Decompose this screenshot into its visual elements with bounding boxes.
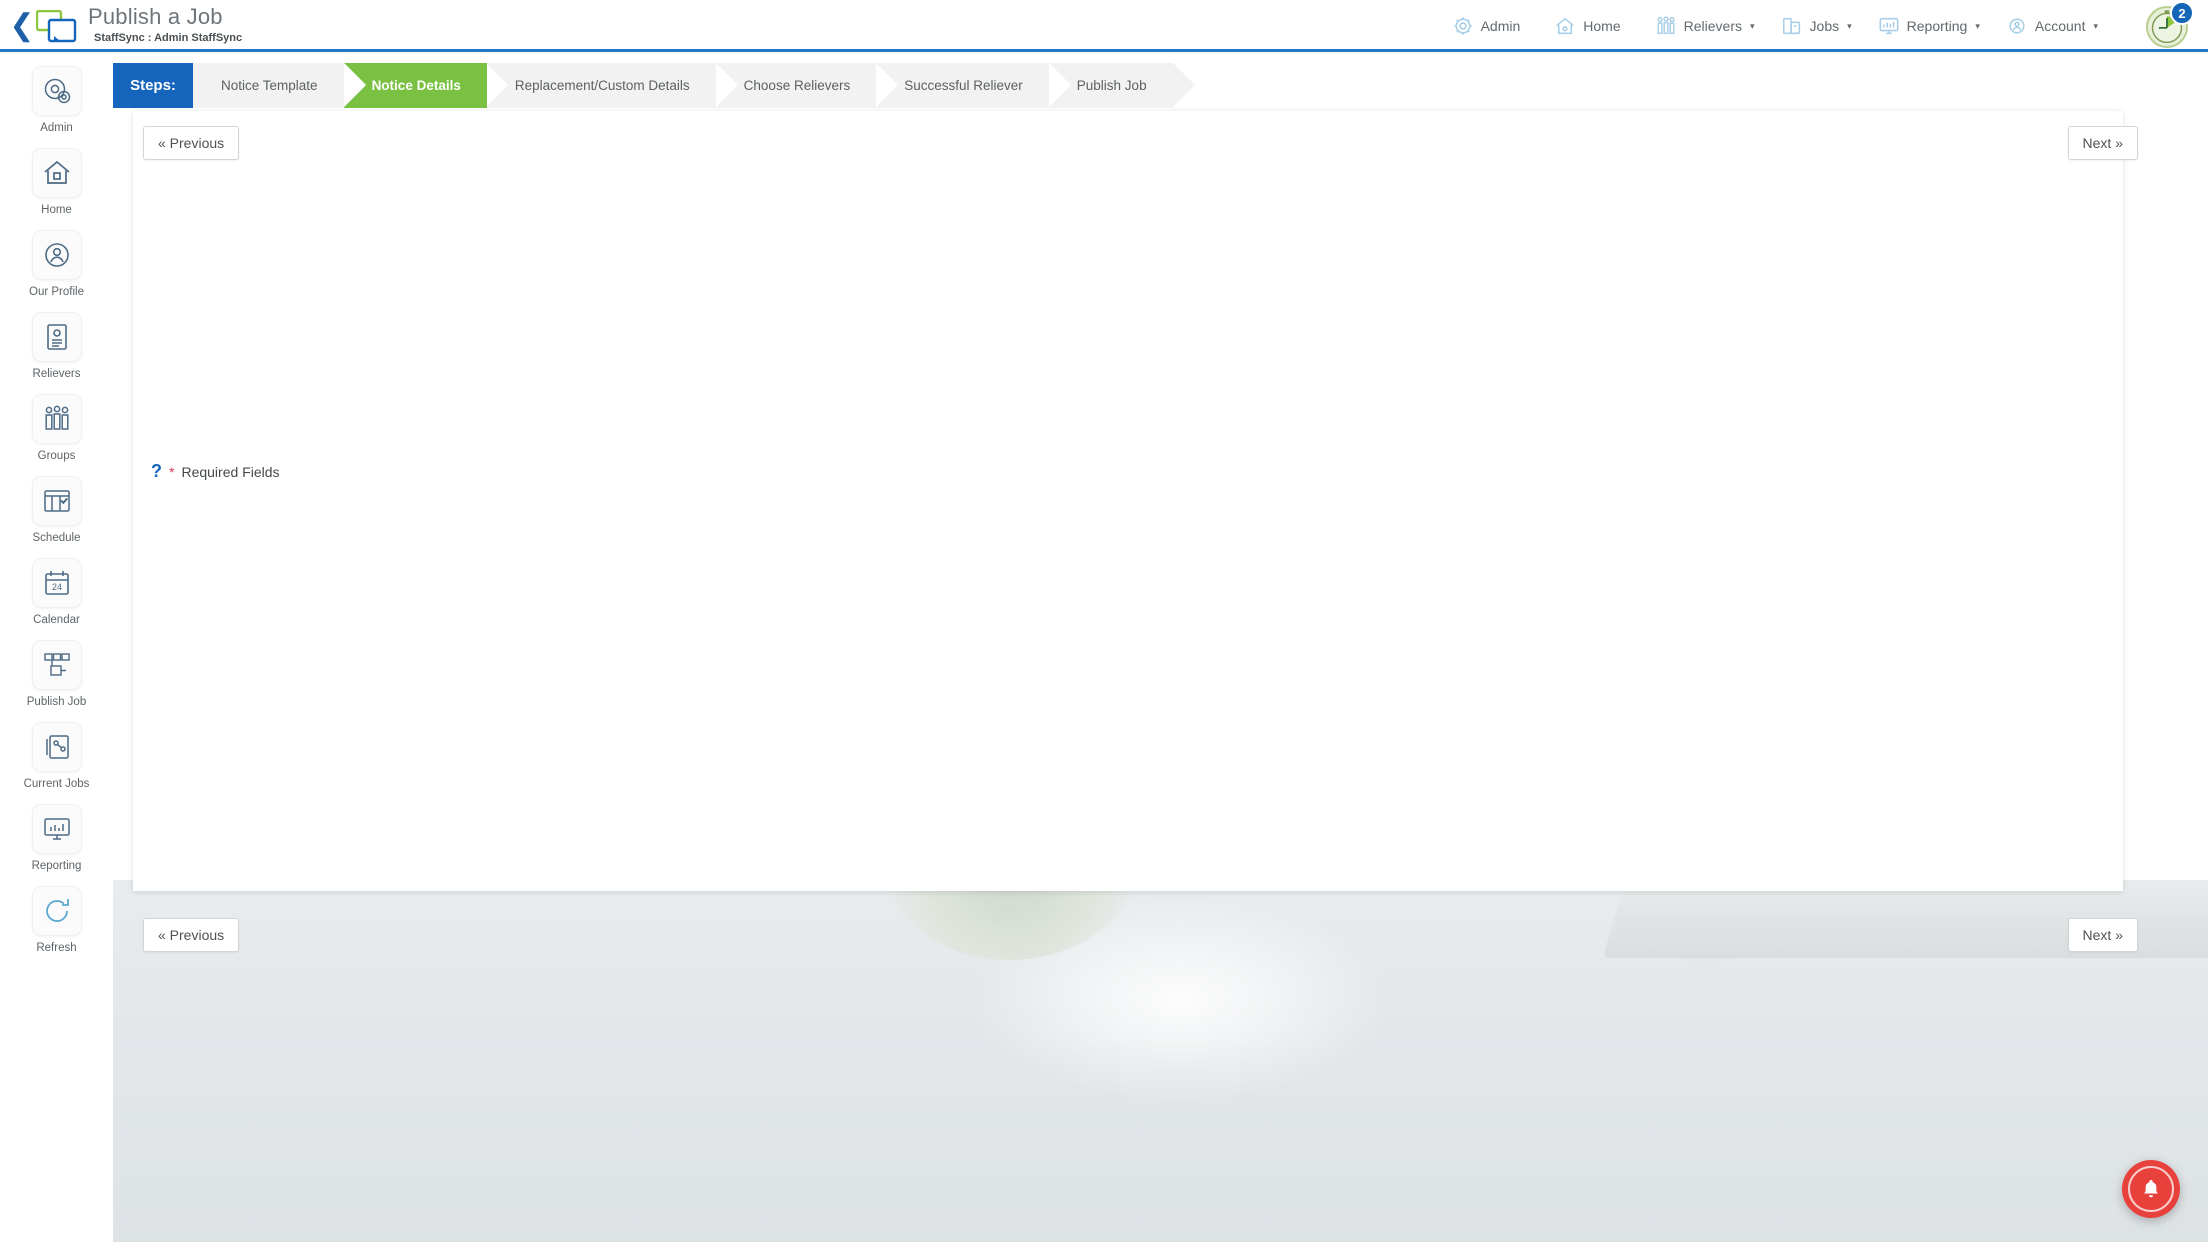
- bell-icon: [2144, 1180, 2158, 1198]
- sidebar-item-current-jobs[interactable]: Current Jobs: [0, 708, 113, 790]
- step-notice-template[interactable]: Notice Template: [193, 63, 366, 108]
- step-notice-details[interactable]: Notice Details: [343, 63, 510, 108]
- previous-button-bottom[interactable]: « Previous: [143, 918, 240, 952]
- sidebar-item-label: Schedule: [32, 532, 81, 544]
- required-fields-header: ? * Required Fields: [151, 461, 280, 482]
- sidebar-item-label: Publish Job: [26, 696, 87, 708]
- sidebar-item-reporting[interactable]: Reporting: [0, 790, 113, 872]
- step-successful-reliever[interactable]: Successful Reliever: [876, 63, 1071, 108]
- sidebar-item-label: Our Profile: [29, 286, 84, 298]
- chevron-down-icon: ▾: [1750, 20, 1755, 31]
- sidebar-item-groups[interactable]: Groups: [0, 380, 113, 462]
- chevron-down-icon: ▾: [2093, 20, 2098, 31]
- topnav-label: Jobs: [1809, 18, 1840, 34]
- sidebar: Admin Home Our Profile Relievers Groups …: [0, 52, 113, 1242]
- page-title: Publish a Job: [88, 4, 223, 29]
- gear-icon: [31, 66, 82, 116]
- schedule-grid-icon: [31, 476, 82, 526]
- required-star: *: [169, 463, 175, 480]
- desk-background-photo: [0, 880, 2208, 1242]
- people-icon: [1655, 15, 1677, 37]
- step-label: Choose Relievers: [743, 78, 851, 93]
- topnav-label: Home: [1583, 18, 1621, 34]
- chevron-down-icon: ▾: [1847, 20, 1852, 31]
- step-label: Notice Details: [371, 78, 461, 93]
- topnav-item-account[interactable]: Account ▾: [2006, 15, 2098, 37]
- step-label: Notice Template: [221, 78, 318, 93]
- avatar[interactable]: 2: [2146, 1, 2194, 50]
- sidebar-item-relievers[interactable]: Relievers: [0, 298, 113, 380]
- topnav-label: Admin: [1480, 18, 1521, 34]
- sidebar-item-refresh[interactable]: Refresh: [0, 872, 113, 954]
- notification-bell-button[interactable]: [2122, 1160, 2180, 1218]
- sidebar-item-label: Current Jobs: [23, 778, 90, 790]
- refresh-icon: [31, 886, 82, 936]
- id-card-icon: [31, 312, 82, 362]
- people-group-icon: [31, 394, 82, 444]
- step-label: Successful Reliever: [904, 78, 1023, 93]
- sidebar-item-label: Relievers: [32, 368, 81, 380]
- step-replacement-custom-details[interactable]: Replacement/Custom Details: [486, 63, 738, 108]
- steps-flow-icon: [31, 640, 82, 690]
- staffsync-logo-icon: [35, 9, 78, 44]
- sidebar-item-label: Groups: [37, 450, 76, 462]
- chevron-down-icon: ▾: [1975, 20, 1980, 31]
- topnav-label: Reporting: [1906, 18, 1968, 34]
- monitor-chart-icon: [31, 804, 82, 854]
- sidebar-item-admin[interactable]: Admin: [0, 52, 113, 134]
- sidebar-item-label: Admin: [40, 122, 73, 134]
- sidebar-item-calendar[interactable]: 24 Calendar: [0, 544, 113, 626]
- topnav-item-home[interactable]: Home: [1554, 15, 1628, 37]
- topnav-item-relievers[interactable]: Relievers ▾: [1655, 15, 1755, 37]
- sidebar-item-our-profile[interactable]: Our Profile: [0, 216, 113, 298]
- topnav-label: Relievers: [1683, 18, 1742, 34]
- top-navigation: Admin Home Relievers ▾ Jobs ▾ Reporting …: [1452, 0, 2098, 52]
- account-gear-icon: [2006, 15, 2028, 37]
- plant-decoration: [880, 880, 1140, 960]
- question-mark-icon[interactable]: ?: [151, 461, 162, 482]
- step-label: Publish Job: [1076, 78, 1147, 93]
- next-button-bottom[interactable]: Next »: [2067, 918, 2138, 952]
- topnav-item-jobs[interactable]: Jobs ▾: [1781, 15, 1852, 37]
- sidebar-item-publish-job[interactable]: Publish Job: [0, 626, 113, 708]
- sidebar-item-label: Home: [41, 204, 72, 216]
- topnav-item-admin[interactable]: Admin: [1452, 15, 1529, 37]
- gear-icon: [1452, 15, 1474, 37]
- steps-label: Steps:: [113, 63, 193, 108]
- topnav-label: Account: [2034, 18, 2086, 34]
- main-content-card: [133, 111, 2123, 891]
- steps-breadcrumb: Steps: Notice Template Notice Details Re…: [113, 63, 1253, 108]
- next-button-top[interactable]: Next »: [2067, 126, 2138, 160]
- sidebar-item-home[interactable]: Home: [0, 134, 113, 216]
- sidebar-item-schedule[interactable]: Schedule: [0, 462, 113, 544]
- step-publish-job[interactable]: Publish Job: [1048, 63, 1195, 108]
- sidebar-item-label: Refresh: [36, 942, 77, 954]
- sidebar-item-label: Reporting: [31, 860, 82, 872]
- house-icon: [1554, 15, 1576, 37]
- brand-text: Publish a Job StaffSync : Admin StaffSyn…: [88, 4, 242, 44]
- svg-text:24: 24: [51, 582, 61, 592]
- breadcrumb: StaffSync : Admin StaffSync: [94, 32, 243, 44]
- status-badge: 2: [2170, 1, 2194, 25]
- profile-circle-icon: [31, 230, 82, 280]
- required-fields-title: Required Fields: [181, 463, 280, 480]
- house-icon: [31, 148, 82, 198]
- briefcase-icon: [1781, 15, 1803, 37]
- monitor-chart-icon: [1878, 15, 1900, 37]
- sidebar-item-label: Calendar: [33, 614, 80, 626]
- step-label: Replacement/Custom Details: [514, 78, 690, 93]
- current-jobs-icon: [31, 722, 82, 772]
- topnav-item-reporting[interactable]: Reporting ▾: [1878, 15, 1980, 37]
- app-header: ❮ Publish a Job StaffSync : Admin StaffS…: [0, 0, 2208, 52]
- calendar-24-icon: 24: [31, 558, 82, 608]
- previous-button-top[interactable]: « Previous: [143, 126, 240, 160]
- back-chevron-icon[interactable]: ❮: [8, 8, 36, 44]
- step-choose-relievers[interactable]: Choose Relievers: [715, 63, 898, 108]
